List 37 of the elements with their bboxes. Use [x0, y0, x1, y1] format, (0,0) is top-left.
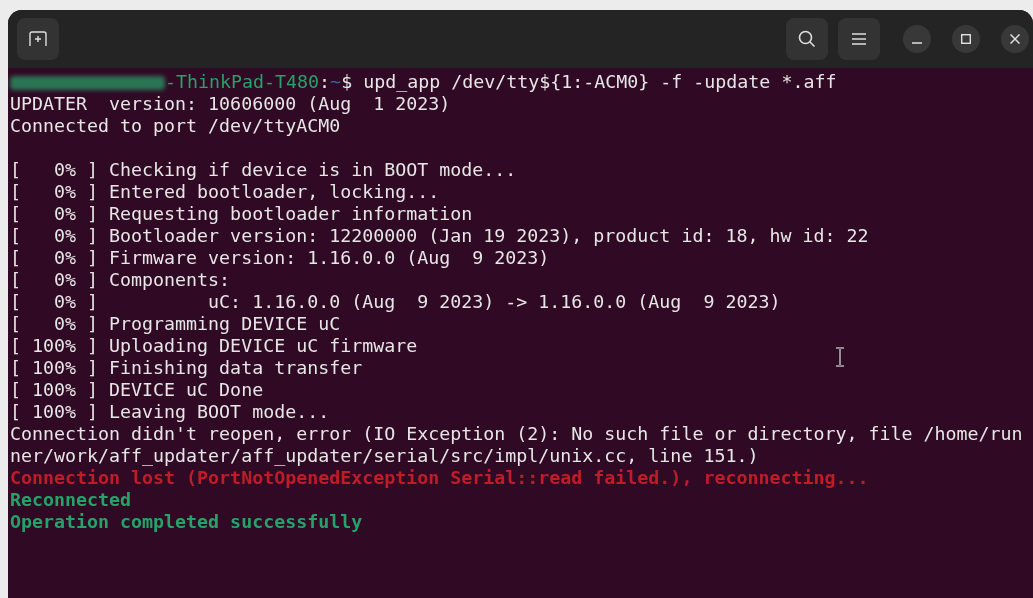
- output-line: [ 0% ] Requesting bootloader information: [10, 203, 473, 224]
- prompt-path: ~: [330, 71, 342, 92]
- menu-icon: [852, 33, 866, 45]
- search-button[interactable]: [786, 18, 828, 60]
- output-line: [ 0% ] Entered bootloader, locking...: [10, 181, 440, 202]
- output-line: [ 0% ] Components:: [10, 269, 231, 290]
- prompt-host: -ThinkPad-T480: [165, 71, 320, 92]
- search-icon: [798, 30, 816, 48]
- prompt-symbol: $: [341, 71, 353, 92]
- menu-button[interactable]: [838, 18, 880, 60]
- command-text: upd_app /dev/tty${1:-ACM0} -f -update *.aff: [362, 71, 837, 92]
- output-line: [ 0% ] Programming DEVICE uC: [10, 313, 341, 334]
- new-tab-icon: [29, 31, 47, 47]
- output-line: [ 100% ] Uploading DEVICE uC firmware: [10, 335, 418, 356]
- new-tab-button[interactable]: [17, 18, 59, 60]
- close-button[interactable]: [1001, 25, 1029, 53]
- output-line: UPDATER version: 10606000 (Aug 1 2023): [10, 93, 451, 114]
- minimize-button[interactable]: [903, 25, 931, 53]
- error-line: Connection lost (PortNotOpenedException Serial::read failed.), reconnecting...: [10, 467, 869, 488]
- maximize-button[interactable]: [952, 25, 980, 53]
- output-line: [ 100% ] Leaving BOOT mode...: [10, 401, 330, 422]
- prompt-separator: :: [319, 71, 331, 92]
- minimize-icon: [912, 42, 922, 44]
- output-line: [ 100% ] Finishing data transfer: [10, 357, 363, 378]
- success-line: Reconnected: [10, 489, 132, 510]
- close-icon: [1010, 34, 1020, 44]
- maximize-icon: [961, 34, 971, 44]
- output-line: [ 100% ] DEVICE uC Done: [10, 379, 264, 400]
- output-line: ner/work/aff_updater/aff_updater/serial/src/impl/unix.cc, line 151.): [10, 445, 759, 466]
- output-line: [ 0% ] uC: 1.16.0.0 (Aug 9 2023) -> 1.16.0.0 (Aug 9 2023): [10, 291, 781, 312]
- output-line: Connection didn't reopen, error (IO Exception (2): No such file or directory, file /home/run: [10, 423, 1023, 444]
- output-line: [ 0% ] Firmware version: 1.16.0.0 (Aug 9 2023): [10, 247, 550, 268]
- success-line: Operation completed successfully: [10, 511, 363, 532]
- text-cursor-icon: [835, 347, 845, 367]
- output-line: Connected to port /dev/ttyACM0: [10, 115, 341, 136]
- output-line: [ 0% ] Bootloader version: 12200000 (Jan 19 2023), product id: 18, hw id: 22: [10, 225, 869, 246]
- output-line: [ 0% ] Checking if device is in BOOT mode...: [10, 159, 517, 180]
